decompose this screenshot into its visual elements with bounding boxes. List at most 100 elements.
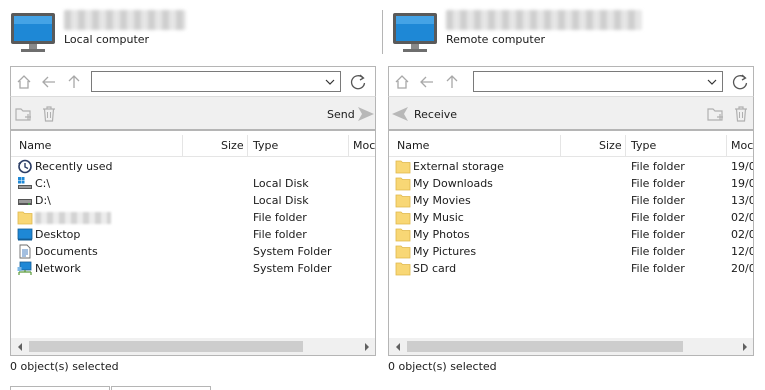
local-computer-label: Local computer xyxy=(64,33,150,46)
list-item[interactable]: D:\ Local Disk xyxy=(15,192,375,209)
desktop-icon xyxy=(17,228,33,241)
row-name: Network xyxy=(35,262,81,275)
local-bottom-tab[interactable] xyxy=(10,386,110,390)
local-path-combo[interactable] xyxy=(91,71,341,92)
row-modified: 12/0 xyxy=(731,245,754,258)
row-type: Local Disk xyxy=(253,194,309,207)
local-pane: Local computer Send Name Size Type Moc R… xyxy=(0,0,378,390)
row-name: SD card xyxy=(413,262,457,275)
drive-c-icon xyxy=(18,177,32,189)
home-icon[interactable] xyxy=(392,72,412,92)
new-folder-icon[interactable] xyxy=(706,105,726,123)
remote-status: 0 object(s) selected xyxy=(388,360,497,373)
chevron-down-icon[interactable] xyxy=(704,74,720,89)
scroll-left-icon[interactable] xyxy=(11,338,28,355)
column-size[interactable]: Size xyxy=(221,139,244,152)
row-type: Local Disk xyxy=(253,177,309,190)
row-name: Documents xyxy=(35,245,98,258)
back-arrow-icon[interactable] xyxy=(417,72,437,92)
send-button-label[interactable]: Send xyxy=(327,108,355,121)
row-type: System Folder xyxy=(253,262,332,275)
row-name: My Downloads xyxy=(413,177,493,190)
folder-icon xyxy=(395,245,411,259)
column-modified[interactable]: Moc xyxy=(353,139,375,152)
list-item[interactable]: My Music File folder 02/0 xyxy=(393,209,753,226)
scroll-right-icon[interactable] xyxy=(736,338,753,355)
scroll-right-icon[interactable] xyxy=(358,338,375,355)
row-type: File folder xyxy=(631,228,685,241)
delete-icon[interactable] xyxy=(731,105,751,123)
local-file-list[interactable]: Name Size Type Moc Recently used C:\ Loc… xyxy=(10,130,376,356)
folder-icon xyxy=(395,228,411,242)
monitor-icon xyxy=(11,13,55,52)
documents-icon xyxy=(19,244,31,259)
remote-actionbar: Receive xyxy=(388,96,754,130)
list-item[interactable]: SD card File folder 20/0 xyxy=(393,260,753,277)
column-modified[interactable]: Moc xyxy=(731,139,753,152)
refresh-icon[interactable] xyxy=(730,72,750,92)
up-arrow-icon[interactable] xyxy=(64,72,84,92)
home-icon[interactable] xyxy=(14,72,34,92)
remote-computer-label: Remote computer xyxy=(446,33,545,46)
receive-arrow-icon[interactable] xyxy=(390,105,410,123)
row-modified: 02/0 xyxy=(731,228,754,241)
list-item[interactable]: Documents System Folder xyxy=(15,243,375,260)
row-modified: 19/0 xyxy=(731,160,754,173)
delete-icon[interactable] xyxy=(39,105,59,123)
local-actionbar: Send xyxy=(10,96,376,130)
scrollbar-thumb[interactable] xyxy=(29,341,303,352)
chevron-down-icon[interactable] xyxy=(322,74,338,89)
remote-navbar xyxy=(388,66,754,96)
row-modified: 13/0 xyxy=(731,194,754,207)
local-navbar xyxy=(10,66,376,96)
local-horizontal-scrollbar[interactable] xyxy=(11,338,375,355)
list-item[interactable]: File folder xyxy=(15,209,375,226)
up-arrow-icon[interactable] xyxy=(442,72,462,92)
folder-icon xyxy=(395,194,411,208)
folder-icon xyxy=(17,211,33,225)
list-item[interactable]: My Photos File folder 02/0 xyxy=(393,226,753,243)
column-size[interactable]: Size xyxy=(599,139,622,152)
send-arrow-icon[interactable] xyxy=(356,105,376,123)
back-arrow-icon[interactable] xyxy=(39,72,59,92)
column-name[interactable]: Name xyxy=(397,139,429,152)
local-path-input[interactable] xyxy=(92,72,320,91)
drive-d-icon xyxy=(18,199,32,205)
list-item[interactable]: Network System Folder xyxy=(15,260,375,277)
list-item[interactable]: External storage File folder 19/0 xyxy=(393,158,753,175)
row-modified: 20/0 xyxy=(731,262,754,275)
row-name: My Music xyxy=(413,211,464,224)
list-item[interactable]: C:\ Local Disk xyxy=(15,175,375,192)
remote-horizontal-scrollbar[interactable] xyxy=(389,338,753,355)
row-type: File folder xyxy=(631,194,685,207)
row-name: My Movies xyxy=(413,194,471,207)
column-type[interactable]: Type xyxy=(253,139,278,152)
folder-icon xyxy=(395,211,411,225)
list-item[interactable]: Desktop File folder xyxy=(15,226,375,243)
list-item[interactable]: My Pictures File folder 12/0 xyxy=(393,243,753,260)
row-name: My Photos xyxy=(413,228,470,241)
new-folder-icon[interactable] xyxy=(14,105,34,123)
column-type[interactable]: Type xyxy=(631,139,656,152)
remote-path-combo[interactable] xyxy=(473,71,723,92)
row-name-redacted xyxy=(35,212,111,224)
scroll-left-icon[interactable] xyxy=(389,338,406,355)
receive-button-label[interactable]: Receive xyxy=(414,108,457,121)
folder-icon xyxy=(395,160,411,174)
row-type: File folder xyxy=(631,262,685,275)
folder-icon xyxy=(395,177,411,191)
list-item[interactable]: Recently used xyxy=(15,158,375,175)
column-name[interactable]: Name xyxy=(19,139,51,152)
remote-path-input[interactable] xyxy=(474,72,702,91)
local-bottom-tab-2[interactable] xyxy=(111,386,211,390)
scrollbar-thumb[interactable] xyxy=(407,341,683,352)
remote-file-list[interactable]: Name Size Type Moc External storage File… xyxy=(388,130,754,356)
list-item[interactable]: My Movies File folder 13/0 xyxy=(393,192,753,209)
refresh-icon[interactable] xyxy=(348,72,368,92)
remote-header: Remote computer xyxy=(392,8,752,54)
list-item[interactable]: My Downloads File folder 19/0 xyxy=(393,175,753,192)
row-name: Desktop xyxy=(35,228,81,241)
row-type: File folder xyxy=(253,211,307,224)
folder-icon xyxy=(395,262,411,276)
local-status: 0 object(s) selected xyxy=(10,360,119,373)
